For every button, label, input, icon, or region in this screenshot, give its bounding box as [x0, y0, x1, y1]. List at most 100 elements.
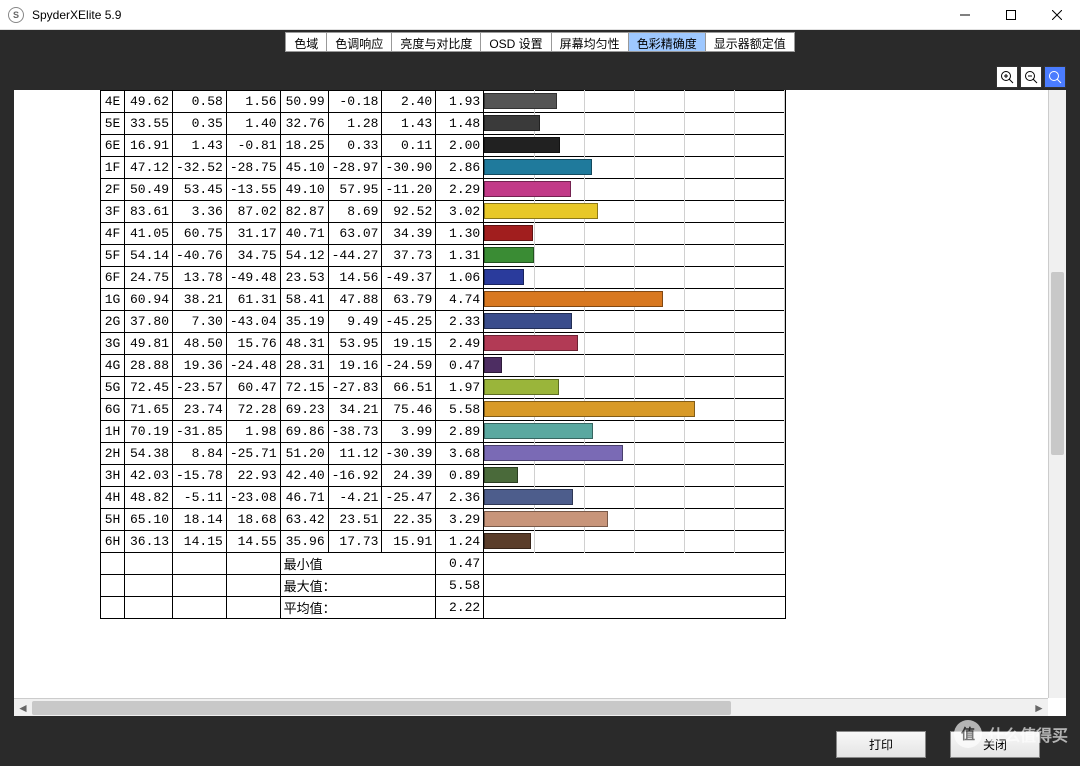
tab-亮度与对比度[interactable]: 亮度与对比度 — [391, 32, 480, 52]
color-accuracy-table: 4E49.620.581.5650.99-0.182.401.935E33.55… — [100, 90, 786, 619]
close-button[interactable] — [1034, 0, 1080, 29]
scroll-right-icon[interactable]: ► — [1030, 699, 1048, 717]
app-body: 色域色调响应亮度与对比度OSD 设置屏幕均匀性色彩精确度显示器额定值 4E49.… — [0, 30, 1080, 766]
delta-e-bar — [484, 487, 786, 509]
row-id: 6H — [101, 531, 125, 553]
close-report-button[interactable]: 关闭 — [950, 731, 1040, 758]
row-id: 3G — [101, 333, 125, 355]
row-id: 4F — [101, 223, 125, 245]
delta-e-bar — [484, 245, 786, 267]
tab-OSD 设置[interactable]: OSD 设置 — [480, 32, 550, 52]
row-id: 2G — [101, 311, 125, 333]
delta-e-bar — [484, 157, 786, 179]
row-id: 6G — [101, 399, 125, 421]
table-row: 4G28.8819.36-24.4828.3119.16-24.590.47 — [101, 355, 786, 377]
print-button[interactable]: 打印 — [836, 731, 926, 758]
zoom-in-button[interactable] — [996, 66, 1018, 88]
row-id: 2H — [101, 443, 125, 465]
delta-e-value: 4.74 — [436, 289, 484, 311]
tab-色域[interactable]: 色域 — [285, 32, 326, 52]
vertical-scrollbar[interactable] — [1048, 90, 1066, 698]
row-id: 5G — [101, 377, 125, 399]
delta-e-value: 2.36 — [436, 487, 484, 509]
delta-e-value: 2.86 — [436, 157, 484, 179]
horizontal-scrollbar[interactable]: ◄ ► — [14, 698, 1048, 716]
delta-e-value: 1.06 — [436, 267, 484, 289]
row-id: 5E — [101, 113, 125, 135]
table-row: 5G72.45-23.5760.4772.15-27.8366.511.97 — [101, 377, 786, 399]
table-row: 5F54.14-40.7634.7554.12-44.2737.731.31 — [101, 245, 786, 267]
minimize-button[interactable] — [942, 0, 988, 29]
table-row: 3G49.8148.5015.7648.3153.9519.152.49 — [101, 333, 786, 355]
footer-bar: 打印 关闭 — [0, 722, 1080, 766]
row-id: 1G — [101, 289, 125, 311]
table-row: 1H70.19-31.851.9869.86-38.733.992.89 — [101, 421, 786, 443]
row-id: 3F — [101, 201, 125, 223]
summary-label: 最大值： — [280, 575, 436, 597]
row-id: 4G — [101, 355, 125, 377]
tab-bar: 色域色调响应亮度与对比度OSD 设置屏幕均匀性色彩精确度显示器额定值 — [0, 30, 1080, 52]
row-id: 6F — [101, 267, 125, 289]
tab-屏幕均匀性[interactable]: 屏幕均匀性 — [551, 32, 628, 52]
content-area: 4E49.620.581.5650.99-0.182.401.935E33.55… — [14, 66, 1066, 722]
delta-e-value: 1.30 — [436, 223, 484, 245]
summary-row: 最小值0.47 — [101, 553, 786, 575]
row-id: 6E — [101, 135, 125, 157]
app-icon: S — [8, 7, 24, 23]
table-row: 1F47.12-32.52-28.7545.10-28.97-30.902.86 — [101, 157, 786, 179]
table-row: 5H65.1018.1418.6863.4223.5122.353.29 — [101, 509, 786, 531]
table-row: 4H48.82-5.11-23.0846.71-4.21-25.472.36 — [101, 487, 786, 509]
table-row: 6E16.911.43-0.8118.250.330.112.00 — [101, 135, 786, 157]
delta-e-value: 0.89 — [436, 465, 484, 487]
tab-色彩精确度[interactable]: 色彩精确度 — [628, 32, 705, 52]
delta-e-bar — [484, 355, 786, 377]
delta-e-value: 2.49 — [436, 333, 484, 355]
table-row: 2G37.807.30-43.0435.199.49-45.252.33 — [101, 311, 786, 333]
zoom-out-button[interactable] — [1020, 66, 1042, 88]
summary-value: 5.58 — [436, 575, 484, 597]
table-row: 2F50.4953.45-13.5549.1057.95-11.202.29 — [101, 179, 786, 201]
delta-e-value: 3.29 — [436, 509, 484, 531]
delta-e-value: 3.02 — [436, 201, 484, 223]
table-row: 4F41.0560.7531.1740.7163.0734.391.30 — [101, 223, 786, 245]
row-id: 3H — [101, 465, 125, 487]
scroll-left-icon[interactable]: ◄ — [14, 699, 32, 717]
zoom-toolbar — [996, 66, 1066, 88]
delta-e-bar — [484, 509, 786, 531]
delta-e-bar — [484, 179, 786, 201]
delta-e-bar — [484, 223, 786, 245]
table-row: 6F24.7513.78-49.4823.5314.56-49.371.06 — [101, 267, 786, 289]
tab-显示器额定值[interactable]: 显示器额定值 — [705, 32, 795, 52]
window-titlebar: S SpyderXElite 5.9 — [0, 0, 1080, 30]
row-id: 1F — [101, 157, 125, 179]
table-row: 1G60.9438.2161.3158.4147.8863.794.74 — [101, 289, 786, 311]
report-viewport: 4E49.620.581.5650.99-0.182.401.935E33.55… — [14, 90, 1066, 716]
delta-e-bar — [484, 421, 786, 443]
zoom-fit-button[interactable] — [1044, 66, 1066, 88]
delta-e-bar — [484, 465, 786, 487]
summary-row: 最大值：5.58 — [101, 575, 786, 597]
delta-e-value: 2.00 — [436, 135, 484, 157]
row-id: 5H — [101, 509, 125, 531]
maximize-button[interactable] — [988, 0, 1034, 29]
delta-e-bar — [484, 91, 786, 113]
delta-e-bar — [484, 443, 786, 465]
table-row: 4E49.620.581.5650.99-0.182.401.93 — [101, 91, 786, 113]
window-title: SpyderXElite 5.9 — [32, 8, 942, 22]
delta-e-bar — [484, 399, 786, 421]
delta-e-bar — [484, 377, 786, 399]
delta-e-value: 1.48 — [436, 113, 484, 135]
delta-e-value: 1.97 — [436, 377, 484, 399]
summary-value: 2.22 — [436, 597, 484, 619]
summary-value: 0.47 — [436, 553, 484, 575]
delta-e-value: 3.68 — [436, 443, 484, 465]
delta-e-bar — [484, 113, 786, 135]
row-id: 4E — [101, 91, 125, 113]
tab-色调响应[interactable]: 色调响应 — [326, 32, 391, 52]
row-id: 5F — [101, 245, 125, 267]
table-row: 3H42.03-15.7822.9342.40-16.9224.390.89 — [101, 465, 786, 487]
delta-e-bar — [484, 333, 786, 355]
table-row: 2H54.388.84-25.7151.2011.12-30.393.68 — [101, 443, 786, 465]
summary-label: 平均值： — [280, 597, 436, 619]
delta-e-bar — [484, 311, 786, 333]
